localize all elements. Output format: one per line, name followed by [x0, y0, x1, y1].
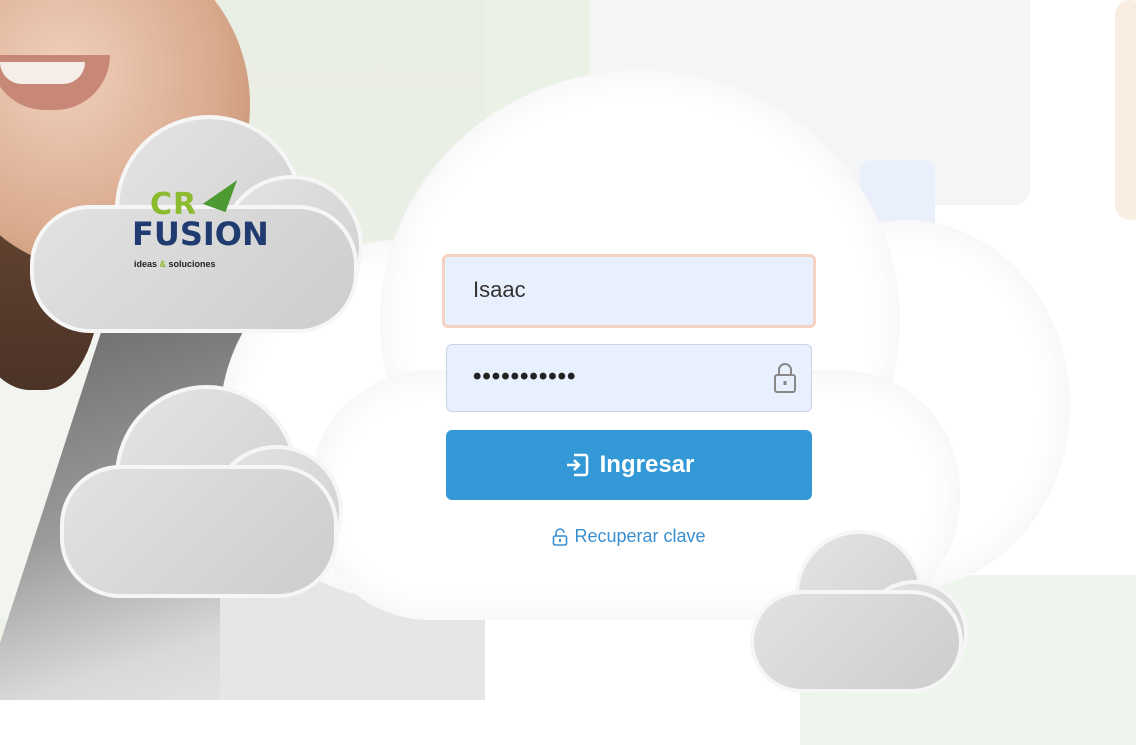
username-value: Isaac	[473, 277, 526, 302]
logo-arrow-icon	[202, 171, 238, 213]
logo-tagline: ideas & soluciones	[134, 259, 216, 269]
login-button[interactable]: Ingresar	[446, 430, 812, 500]
login-button-label: Ingresar	[599, 451, 695, 478]
logo-text-fusion: FUSION	[132, 215, 269, 253]
lock-icon	[774, 363, 796, 393]
unlock-icon	[553, 527, 568, 546]
background-panel	[1115, 0, 1136, 220]
password-value: •••••••••••	[473, 363, 577, 390]
decorative-cloud	[750, 530, 968, 695]
sign-in-icon	[566, 453, 588, 477]
recover-password-label: Recuperar clave	[574, 526, 706, 546]
login-form: Isaac ••••••••••• Ingresar Recuperar cla…	[442, 254, 816, 547]
brand-logo: CR FUSION ideas & soluciones	[128, 171, 269, 275]
username-input[interactable]: Isaac	[442, 254, 816, 328]
recover-password-link[interactable]: Recuperar clave	[446, 526, 812, 547]
password-input[interactable]: •••••••••••	[446, 344, 812, 412]
decorative-cloud	[60, 385, 343, 600]
